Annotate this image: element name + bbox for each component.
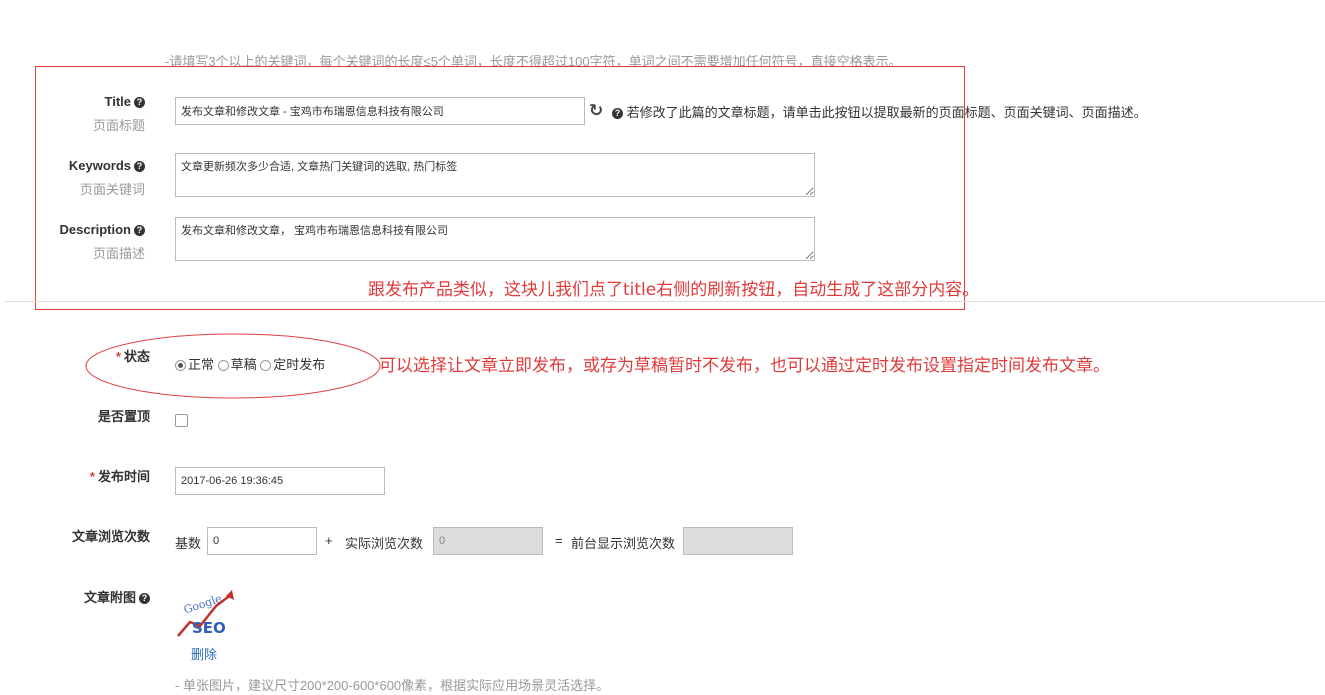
views-actual-label: 实际浏览次数: [345, 536, 424, 551]
title-label: Title?: [40, 94, 145, 109]
title-input[interactable]: [175, 97, 585, 125]
views-base-input[interactable]: [207, 527, 317, 555]
status-options: 正常 草稿 定时发布: [175, 354, 325, 373]
help-icon[interactable]: ?: [139, 593, 150, 605]
views-base-label: 基数: [175, 536, 202, 551]
attachment-label: 文章附图?: [40, 587, 150, 606]
equals-sign: =: [555, 533, 563, 548]
help-icon[interactable]: ?: [134, 161, 145, 173]
plus-sign: +: [325, 533, 333, 548]
views-display-input: [683, 527, 793, 555]
keywords-input[interactable]: 文章更新频次多少合适, 文章热门关键词的选取, 热门标签: [175, 153, 815, 197]
status-option-normal[interactable]: 正常: [175, 357, 214, 372]
description-label: Description?: [40, 222, 145, 237]
views-display-label: 前台显示浏览次数: [571, 536, 676, 551]
views-label: 文章浏览次数: [71, 529, 150, 544]
description-input[interactable]: 发布文章和修改文章， 宝鸡市布瑞恩信息科技有限公司: [175, 217, 815, 261]
help-icon[interactable]: ?: [612, 108, 623, 120]
top-label: 是否置顶: [97, 409, 150, 424]
status-option-draft[interactable]: 草稿: [217, 357, 257, 372]
radio-icon[interactable]: [175, 360, 186, 372]
publish-time-label: * 发布时间: [89, 469, 150, 484]
top-checkbox[interactable]: [175, 414, 188, 427]
keywords-sublabel: 页面关键词: [79, 182, 145, 197]
description-sublabel: 页面描述: [92, 246, 145, 261]
status-annotation: 可以选择让文章立即发布，或存为草稿暂时不发布，也可以通过定时发布设置指定时间发布…: [379, 356, 1110, 376]
attachment-hint: - 单张图片，建议尺寸200*200-600*600像素，根据实际应用场景灵活选…: [175, 678, 610, 693]
publish-time-input[interactable]: [175, 467, 385, 495]
radio-icon[interactable]: [260, 360, 272, 372]
views-actual-input: [433, 527, 543, 555]
refresh-hint: ? 若修改了此篇的文章标题，请单击此按钮以提取最新的页面标题、页面关键词、页面描…: [609, 102, 1147, 121]
section-divider: [5, 301, 1325, 302]
help-icon[interactable]: ?: [134, 225, 145, 237]
attachment-thumbnail[interactable]: Google SEO: [176, 588, 236, 640]
status-option-scheduled[interactable]: 定时发布: [260, 357, 325, 372]
status-label: * 状态: [115, 349, 150, 364]
delete-image-link[interactable]: 删除: [191, 644, 217, 663]
refresh-icon[interactable]: ↻: [589, 101, 603, 121]
title-sublabel: 页面标题: [92, 118, 145, 133]
keywords-label: Keywords?: [40, 158, 145, 173]
help-icon[interactable]: ?: [134, 97, 145, 109]
seo-annotation: 跟发布产品类似，这块儿我们点了title右侧的刷新按钮，自动生成了这部分内容。: [368, 280, 980, 300]
radio-icon[interactable]: [217, 360, 229, 372]
thumbnail-seo-text: SEO: [192, 619, 226, 637]
